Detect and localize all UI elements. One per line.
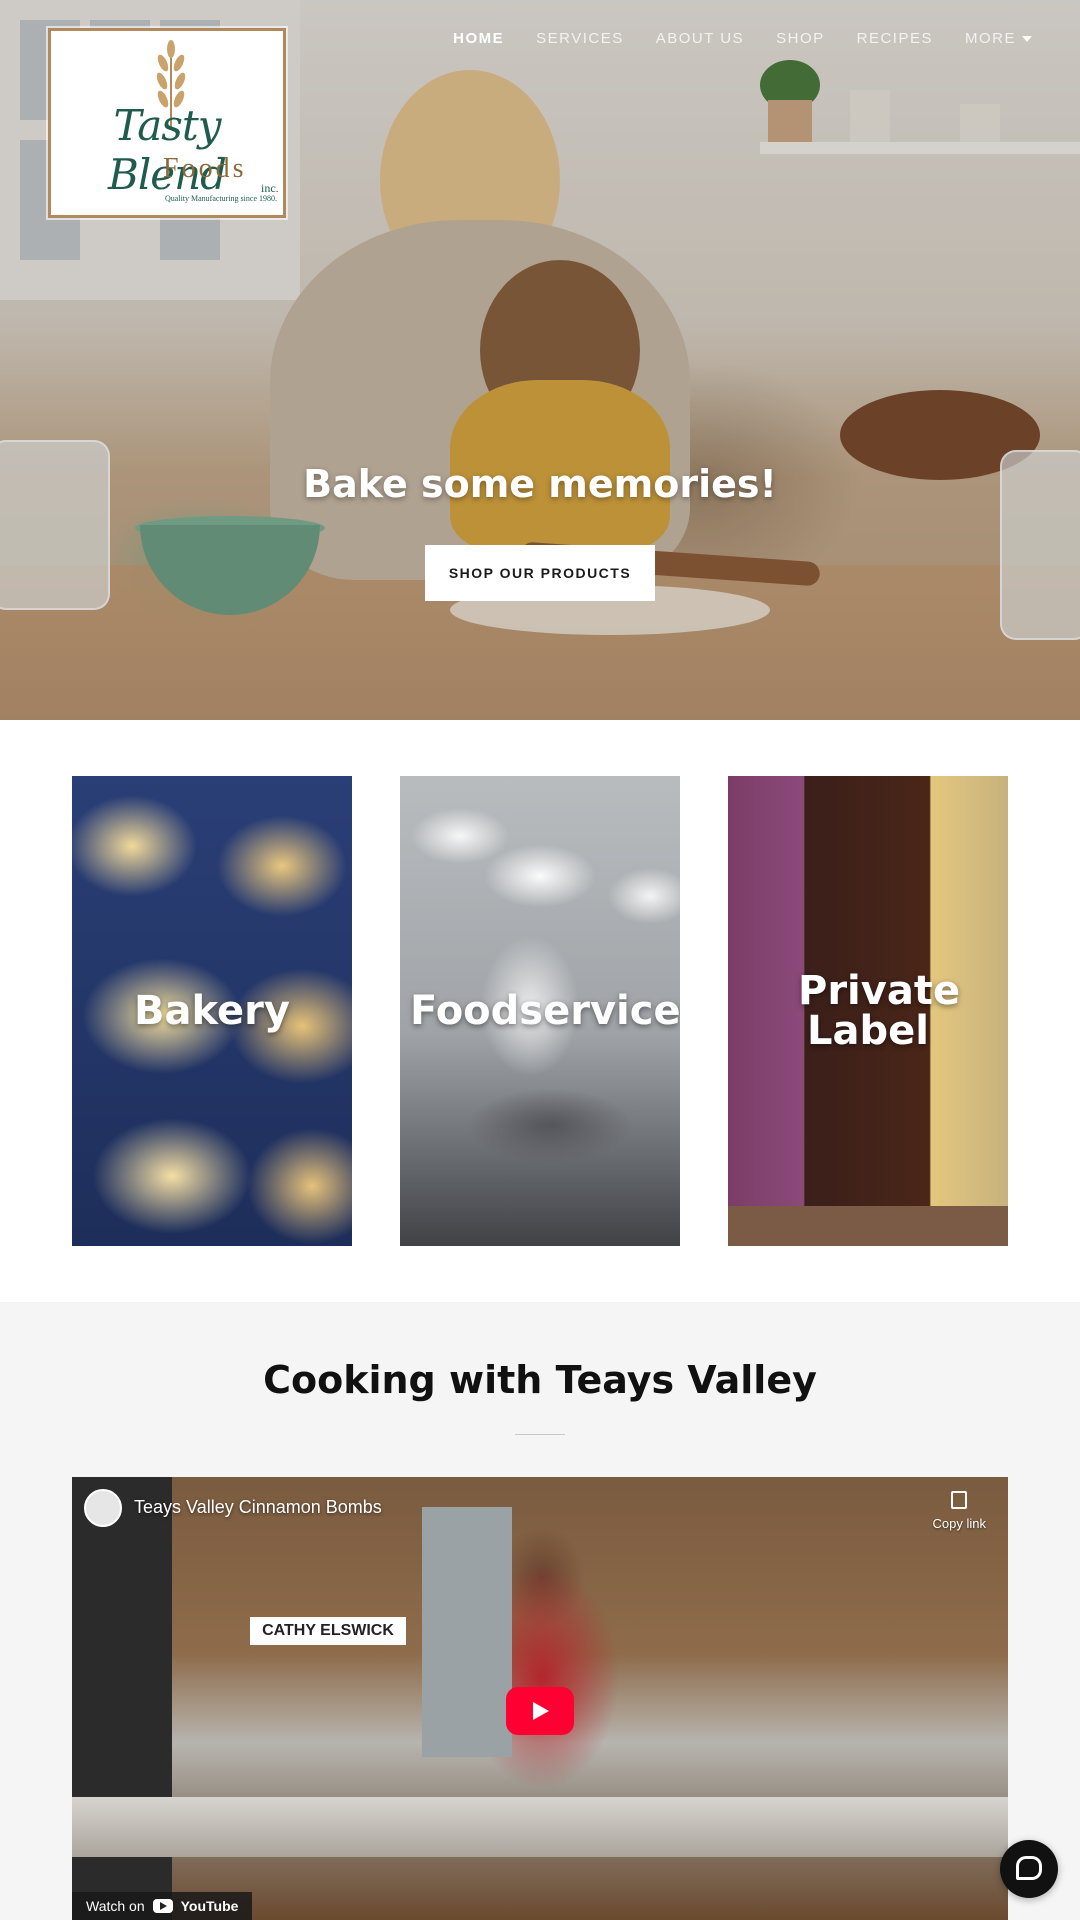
- tile-label: Private Label: [798, 968, 961, 1054]
- site-logo[interactable]: Tasty Blend Foods inc. Quality Manufactu…: [46, 26, 288, 220]
- chat-icon: [1016, 1856, 1042, 1880]
- video-section: Cooking with Teays Valley Teays Valley C…: [0, 1302, 1080, 1920]
- nav-shop[interactable]: SHOP: [776, 30, 825, 47]
- copy-icon: [951, 1491, 968, 1509]
- nav-home[interactable]: HOME: [453, 30, 504, 47]
- nav-more-label: MORE: [965, 30, 1016, 47]
- tile-foodservice[interactable]: Foodservice: [400, 776, 680, 1246]
- tile-bakery[interactable]: Bakery: [72, 776, 352, 1246]
- video-title[interactable]: Teays Valley Cinnamon Bombs: [134, 1497, 382, 1518]
- channel-avatar[interactable]: [84, 1489, 122, 1527]
- name-tag: CATHY ELSWICK: [250, 1617, 406, 1645]
- shop-our-products-button[interactable]: SHOP OUR PRODUCTS: [425, 545, 655, 601]
- nav-recipes[interactable]: RECIPES: [857, 30, 933, 47]
- chat-button[interactable]: [1000, 1840, 1058, 1898]
- video-counter: [72, 1797, 1008, 1857]
- play-button[interactable]: [506, 1687, 574, 1735]
- caret-down-icon: [1022, 36, 1032, 43]
- tile-label: Bakery: [134, 988, 290, 1034]
- copy-link-label: Copy link: [932, 1516, 986, 1531]
- tile-label: Foodservice: [410, 988, 680, 1034]
- youtube-icon: [152, 1899, 173, 1913]
- youtube-label: YouTube: [180, 1898, 239, 1914]
- nav-services[interactable]: SERVICES: [536, 30, 624, 47]
- tile-private-label[interactable]: Private Label: [728, 776, 1008, 1246]
- logo-tagline: Quality Manufacturing since 1980.: [165, 194, 277, 203]
- youtube-embed[interactable]: Teays Valley Cinnamon Bombs Copy link CA…: [72, 1477, 1008, 1920]
- logo-subtitle: Foods: [163, 153, 247, 184]
- play-icon: [533, 1702, 549, 1720]
- copy-link-button[interactable]: Copy link: [933, 1491, 986, 1532]
- category-tiles: Bakery Foodservice Private Label: [72, 776, 1008, 1246]
- nav-more[interactable]: MORE: [965, 30, 1032, 47]
- section-divider: [515, 1434, 565, 1435]
- watch-on-youtube[interactable]: Watch on YouTube: [72, 1892, 253, 1920]
- watch-on-label: Watch on: [86, 1898, 145, 1914]
- nav-about-us[interactable]: ABOUT US: [656, 30, 744, 47]
- video-fridge: [422, 1507, 512, 1757]
- hero-title: Bake some memories!: [303, 462, 777, 506]
- section-title: Cooking with Teays Valley: [263, 1358, 817, 1402]
- main-nav: HOME SERVICES ABOUT US SHOP RECIPES MORE: [453, 30, 1032, 47]
